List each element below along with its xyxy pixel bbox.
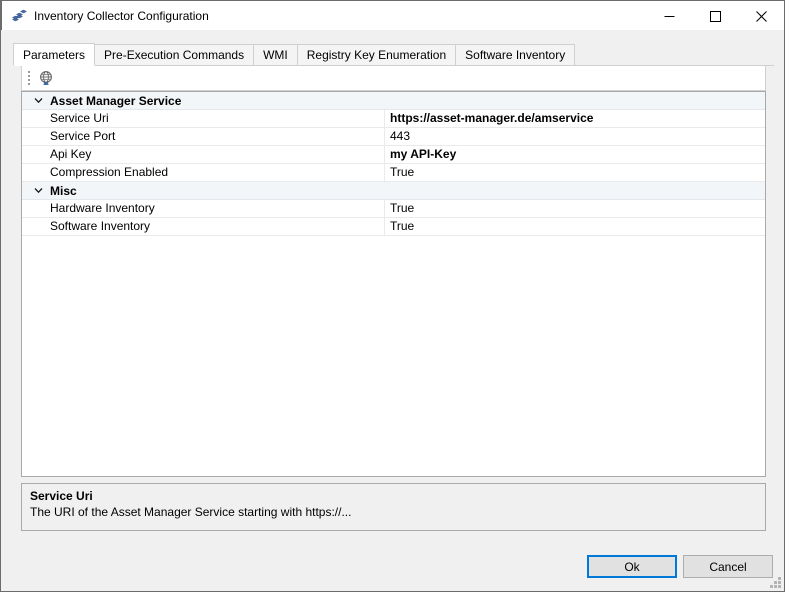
property-row[interactable]: Software Inventory True [22, 217, 765, 236]
maximize-icon [709, 10, 721, 22]
property-value[interactable]: 443 [385, 128, 765, 145]
property-value[interactable]: my API-Key [385, 146, 765, 163]
category-label: Asset Manager Service [50, 93, 182, 108]
close-button[interactable] [738, 2, 784, 30]
property-name: Hardware Inventory [22, 199, 385, 218]
cancel-button[interactable]: Cancel [683, 555, 773, 578]
property-name: Api Key [22, 145, 385, 164]
dialog-window: Inventory Collector Configuration Parame [0, 0, 785, 592]
property-value[interactable]: True [385, 218, 765, 235]
property-row[interactable]: Service Uri https://asset-manager.de/amse… [22, 109, 765, 128]
tab-registry-key-enumeration[interactable]: Registry Key Enumeration [296, 44, 457, 66]
property-grid-rows: Asset Manager Service Service Uri https://… [22, 92, 765, 236]
close-icon [755, 10, 767, 22]
maximize-button[interactable] [692, 2, 738, 30]
category-expand-toggle[interactable] [30, 182, 46, 200]
minimize-icon [664, 15, 674, 17]
tab-software-inventory[interactable]: Software Inventory [455, 44, 576, 66]
category-label: Misc [50, 183, 77, 198]
ok-button[interactable]: Ok [587, 555, 677, 578]
tab-strip: Parameters Pre-Execution Commands WMI Regis… [13, 43, 774, 66]
app-blocks-icon [11, 9, 27, 21]
globe-icon [40, 71, 52, 85]
property-row[interactable]: Compression Enabled True [22, 163, 765, 182]
property-row[interactable]: Service Port 443 [22, 127, 765, 146]
resize-grip[interactable] [769, 576, 781, 588]
minimize-button[interactable] [646, 2, 692, 30]
property-category-row[interactable]: Misc [22, 182, 765, 200]
property-row[interactable]: Hardware Inventory True [22, 199, 765, 218]
description-title: Service Uri [30, 489, 93, 503]
tab-wmi[interactable]: WMI [253, 44, 298, 66]
property-name: Service Uri [22, 109, 385, 128]
property-grid-toolbar [21, 66, 766, 91]
tab-pre-execution-commands[interactable]: Pre-Execution Commands [94, 44, 255, 66]
property-value[interactable]: True [385, 164, 765, 181]
tab-parameters[interactable]: Parameters [13, 43, 96, 66]
window-title: Inventory Collector Configuration [34, 8, 209, 23]
property-category-row[interactable]: Asset Manager Service [22, 92, 765, 110]
property-value[interactable]: True [385, 200, 765, 217]
property-name: Software Inventory [22, 217, 385, 236]
chevron-down-icon [34, 188, 42, 194]
property-grid[interactable]: Asset Manager Service Service Uri https://… [21, 91, 766, 477]
category-expand-toggle[interactable] [30, 92, 46, 110]
chevron-down-icon [34, 98, 42, 104]
property-row[interactable]: Api Key my API-Key [22, 145, 765, 164]
window-controls [646, 2, 784, 30]
property-name: Compression Enabled [22, 163, 385, 182]
globe-button[interactable] [35, 67, 57, 89]
description-panel: Service Uri The URI of the Asset Manager… [21, 483, 766, 531]
description-text: The URI of the Asset Manager Service sta… [30, 505, 352, 519]
title-bar: Inventory Collector Configuration [1, 0, 784, 30]
property-value[interactable]: https://asset-manager.de/amservice [385, 110, 765, 127]
property-name: Service Port [22, 127, 385, 146]
toolbar-drag-handle[interactable] [25, 70, 33, 86]
